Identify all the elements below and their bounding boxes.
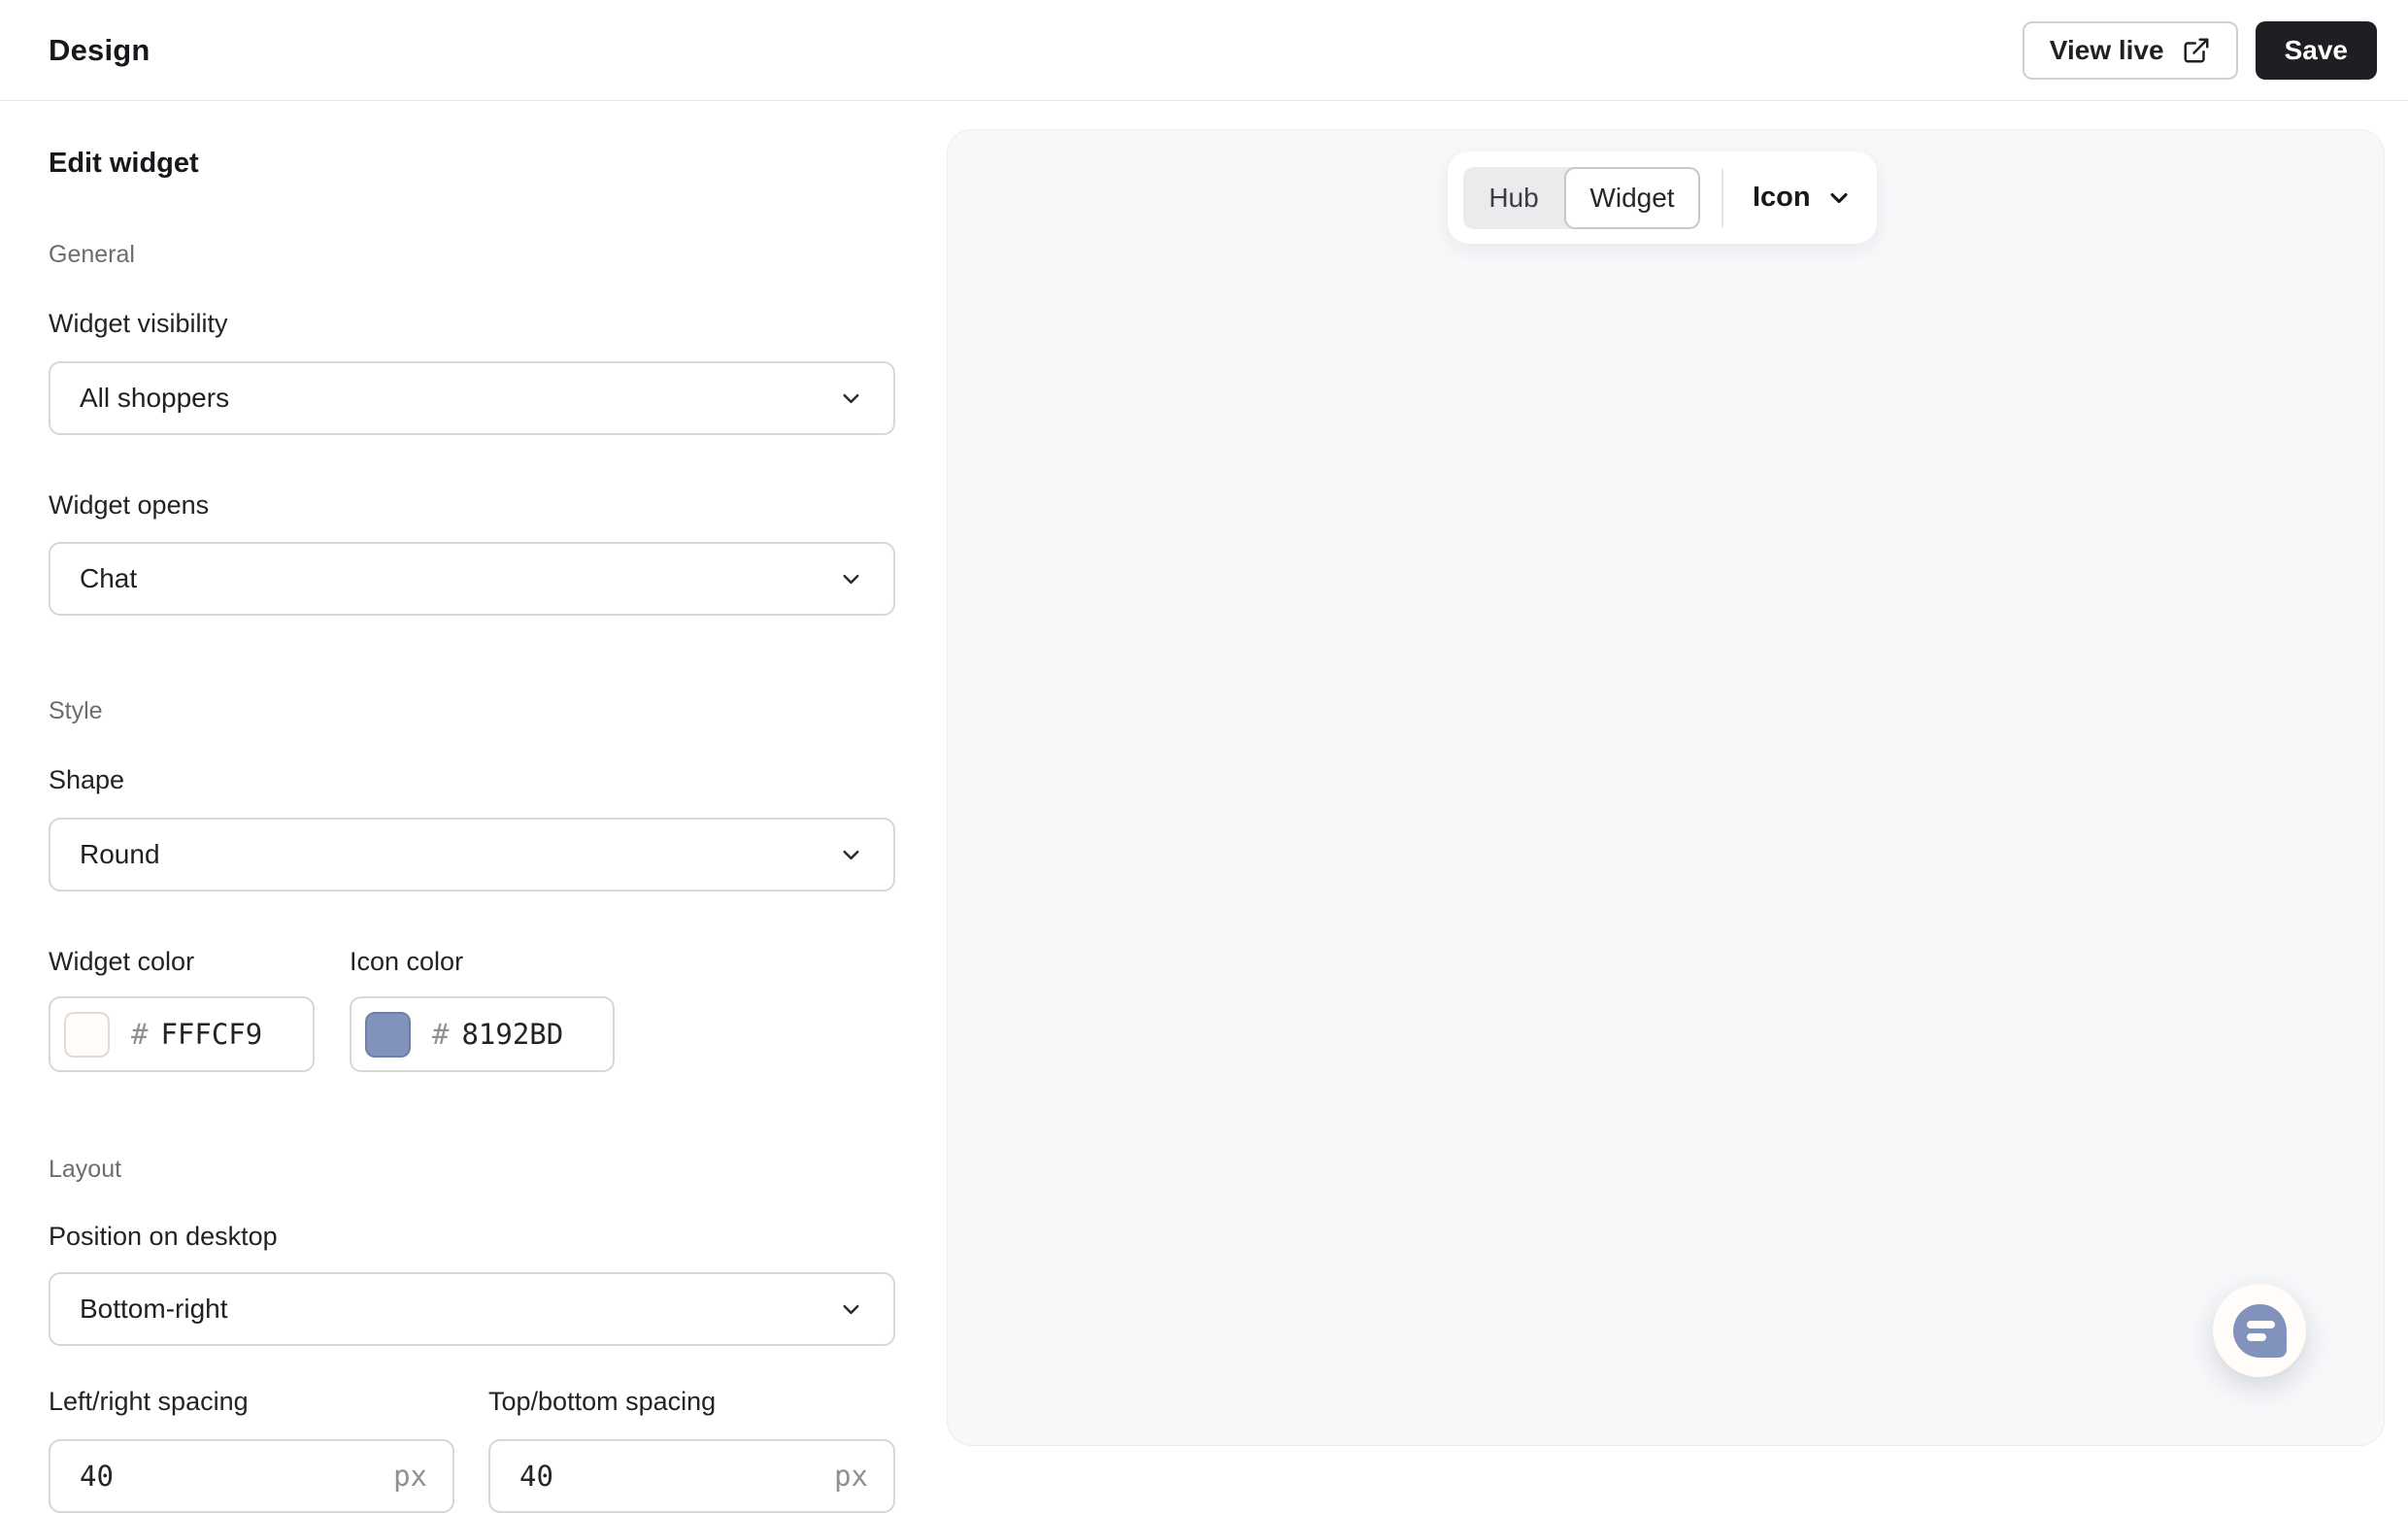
shape-value: Round bbox=[80, 839, 160, 870]
position-on-desktop-select[interactable]: Bottom-right bbox=[49, 1272, 895, 1346]
icon-dropdown[interactable]: Icon bbox=[1753, 182, 1853, 214]
external-link-icon bbox=[2182, 36, 2211, 65]
icon-color-swatch bbox=[365, 1012, 411, 1058]
top-bottom-spacing-value: 40 bbox=[519, 1460, 553, 1493]
page-title: Design bbox=[49, 33, 150, 68]
widget-visibility-label: Widget visibility bbox=[49, 309, 228, 339]
position-on-desktop-label: Position on desktop bbox=[49, 1222, 278, 1252]
chevron-down-icon bbox=[838, 566, 864, 592]
top-bottom-spacing-label: Top/bottom spacing bbox=[488, 1387, 716, 1417]
widget-opens-value: Chat bbox=[80, 563, 137, 594]
section-label-style: Style bbox=[49, 697, 103, 725]
bubble-text-line bbox=[2247, 1321, 2275, 1328]
px-unit-label: px bbox=[393, 1460, 427, 1493]
bubble-text-line bbox=[2247, 1333, 2266, 1341]
section-label-layout: Layout bbox=[49, 1156, 121, 1184]
edit-widget-title: Edit widget bbox=[49, 148, 199, 180]
icon-color-hex: # 8192BD bbox=[432, 1018, 563, 1051]
tab-hub[interactable]: Hub bbox=[1463, 167, 1564, 229]
px-unit-label: px bbox=[834, 1460, 868, 1493]
shape-label: Shape bbox=[49, 765, 124, 795]
view-live-label: View live bbox=[2050, 35, 2164, 66]
hash-prefix: # bbox=[432, 1018, 449, 1051]
chevron-down-icon bbox=[1825, 185, 1853, 212]
section-label-general: General bbox=[49, 241, 135, 269]
widget-color-hex: # FFFCF9 bbox=[131, 1018, 262, 1051]
top-bottom-spacing-input[interactable]: 40 px bbox=[488, 1439, 895, 1513]
chevron-down-icon bbox=[838, 1296, 864, 1323]
widget-visibility-select[interactable]: All shoppers bbox=[49, 361, 895, 435]
left-right-spacing-input[interactable]: 40 px bbox=[49, 1439, 454, 1513]
toolbar-divider bbox=[1722, 169, 1723, 227]
preview-toolbar: Hub Widget Icon bbox=[1448, 151, 1877, 244]
preview-panel: Hub Widget Icon bbox=[947, 129, 2385, 1446]
widget-color-label: Widget color bbox=[49, 947, 194, 977]
view-live-button[interactable]: View live bbox=[2023, 21, 2238, 80]
chevron-down-icon bbox=[838, 386, 864, 412]
hash-prefix: # bbox=[131, 1018, 148, 1051]
widget-opens-select[interactable]: Chat bbox=[49, 542, 895, 616]
widget-visibility-value: All shoppers bbox=[80, 383, 229, 414]
chat-widget-button[interactable] bbox=[2213, 1284, 2306, 1377]
icon-dropdown-label: Icon bbox=[1753, 182, 1811, 214]
tab-widget[interactable]: Widget bbox=[1564, 167, 1700, 229]
widget-opens-label: Widget opens bbox=[49, 490, 209, 521]
preview-mode-segmented-control: Hub Widget bbox=[1463, 167, 1700, 229]
widget-color-picker[interactable]: # FFFCF9 bbox=[49, 996, 315, 1072]
chat-bubble-icon bbox=[2233, 1304, 2287, 1358]
widget-color-value: FFFCF9 bbox=[160, 1018, 262, 1051]
icon-color-picker[interactable]: # 8192BD bbox=[350, 996, 615, 1072]
position-on-desktop-value: Bottom-right bbox=[80, 1294, 228, 1325]
chevron-down-icon bbox=[838, 842, 864, 868]
shape-select[interactable]: Round bbox=[49, 818, 895, 891]
topbar-actions: View live Save bbox=[2023, 21, 2377, 80]
widget-color-swatch bbox=[64, 1012, 110, 1058]
icon-color-value: 8192BD bbox=[461, 1018, 563, 1051]
left-right-spacing-value: 40 bbox=[80, 1460, 114, 1493]
topbar: Design View live Save bbox=[0, 0, 2408, 101]
left-right-spacing-label: Left/right spacing bbox=[49, 1387, 249, 1417]
save-button[interactable]: Save bbox=[2256, 21, 2377, 80]
icon-color-label: Icon color bbox=[350, 947, 463, 977]
